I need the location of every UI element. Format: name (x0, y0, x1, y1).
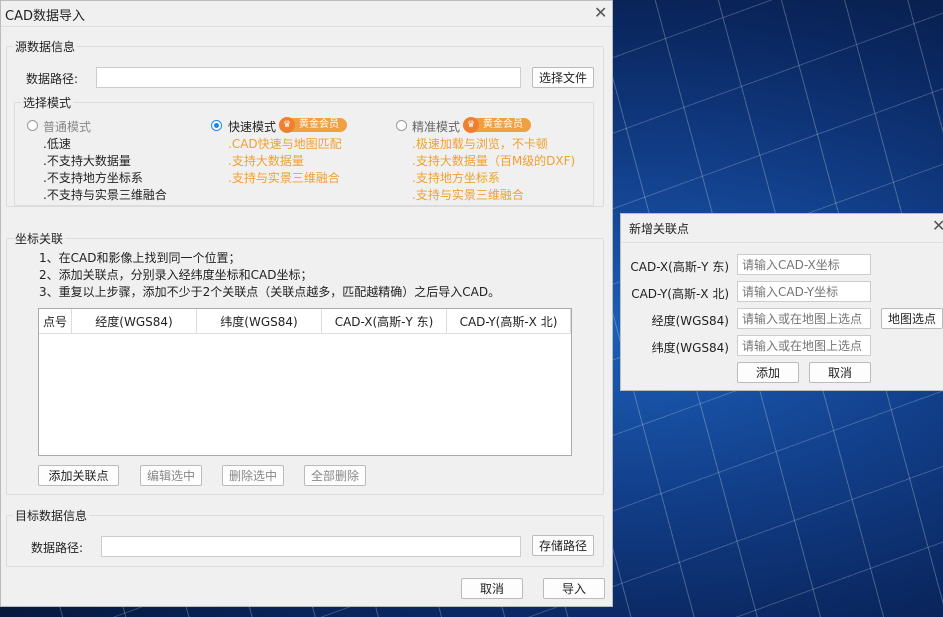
cad-x-label: CAD-X(高斯-Y 东) (630, 260, 729, 274)
instruction-step: 2、添加关联点，分别录入经纬度坐标和CAD坐标； (39, 268, 313, 282)
feature-text: .支持大数据量（百M级的DXF) (412, 154, 576, 168)
target-path-label: 数据路径: (31, 541, 84, 555)
crown-icon: ♛ (463, 117, 479, 133)
fast-mode-radio[interactable] (211, 120, 222, 131)
select-file-button[interactable]: 选择文件 (532, 67, 594, 88)
delete-all-button[interactable]: 全部删除 (304, 465, 366, 486)
instruction-step: 3、重复以上步骤，添加不少于2个关联点（关联点越多，匹配越精确）之后导入CAD。 (39, 285, 501, 299)
save-path-button[interactable]: 存储路径 (532, 535, 594, 556)
import-button[interactable]: 导入 (543, 578, 605, 599)
divider (621, 242, 943, 243)
dialog-title: CAD数据导入 (5, 9, 85, 24)
crown-icon: ♛ (279, 117, 295, 133)
cad-y-label: CAD-Y(高斯-X 北) (631, 287, 729, 301)
add-point-title: 新增关联点 (629, 222, 690, 236)
cad-x-input[interactable] (737, 254, 871, 275)
feature-text: .支持与实景三维融合 (412, 188, 524, 202)
delete-selected-button[interactable]: 删除选中 (222, 465, 284, 486)
feature-text: .支持大数据量 (228, 154, 304, 168)
close-icon[interactable]: ✕ (594, 3, 607, 22)
feature-text: .极速加载与浏览，不卡顿 (412, 137, 548, 151)
source-path-input[interactable] (96, 67, 521, 88)
normal-mode-radio[interactable] (27, 120, 38, 131)
points-table[interactable]: 点号 经度(WGS84) 纬度(WGS84) CAD-X(高斯-Y 东) CAD… (38, 308, 572, 456)
target-group-title: 目标数据信息 (13, 507, 90, 524)
close-icon[interactable]: ✕ (932, 216, 943, 235)
target-path-input[interactable] (101, 536, 521, 557)
latitude-label: 纬度(WGS84) (651, 341, 729, 355)
longitude-input[interactable] (737, 308, 871, 329)
badge-text: 黄金会员 (299, 119, 339, 130)
latitude-input[interactable] (737, 335, 871, 356)
instruction-step: 1、在CAD和影像上找到同一个位置； (39, 251, 241, 265)
normal-mode-label[interactable]: 普通模式 (43, 118, 91, 135)
column-header[interactable]: 纬度(WGS84) (197, 309, 322, 334)
coord-group-title: 坐标关联 (13, 230, 66, 247)
add-point-dialog: 新增关联点 ✕ CAD-X(高斯-Y 东) CAD-Y(高斯-X 北) 经度(W… (620, 213, 943, 391)
gold-member-badge: ♛ 黄金会员 (279, 117, 347, 133)
title-bar: CAD数据导入 ✕ (1, 1, 612, 27)
column-header[interactable]: CAD-Y(高斯-X 北) (447, 309, 571, 334)
column-header[interactable]: 点号 (39, 309, 72, 334)
fast-mode-label[interactable]: 快速模式 (228, 118, 276, 135)
source-path-label: 数据路径: (26, 72, 79, 86)
column-header[interactable]: 经度(WGS84) (72, 309, 197, 334)
cancel-button[interactable]: 取消 (461, 578, 523, 599)
precise-mode-label[interactable]: 精准模式 (412, 118, 460, 135)
cad-y-input[interactable] (737, 281, 871, 302)
feature-text: .不支持与实景三维融合 (43, 188, 167, 202)
source-group-title: 源数据信息 (13, 38, 78, 55)
feature-text: .CAD快速与地图匹配 (228, 137, 342, 151)
feature-text: .不支持大数据量 (43, 154, 131, 168)
feature-text: .支持与实景三维融合 (228, 171, 340, 185)
feature-text: .低速 (43, 137, 71, 151)
column-header[interactable]: CAD-X(高斯-Y 东) (322, 309, 447, 334)
badge-text: 黄金会员 (483, 119, 523, 130)
add-button[interactable]: 添加 (737, 362, 799, 383)
precise-mode-radio[interactable] (396, 120, 407, 131)
feature-text: .支持地方坐标系 (412, 171, 500, 185)
add-point-button[interactable]: 添加关联点 (38, 465, 119, 486)
feature-text: .不支持地方坐标系 (43, 171, 143, 185)
mode-group-title: 选择模式 (21, 94, 74, 111)
map-pick-button[interactable]: 地图选点 (881, 308, 943, 329)
gold-member-badge: ♛ 黄金会员 (463, 117, 531, 133)
edit-selected-button[interactable]: 编辑选中 (140, 465, 202, 486)
cancel-button[interactable]: 取消 (809, 362, 871, 383)
longitude-label: 经度(WGS84) (651, 314, 729, 328)
cad-import-dialog: CAD数据导入 ✕ 源数据信息 数据路径: 选择文件 选择模式 普通模式 .低速… (0, 0, 613, 607)
